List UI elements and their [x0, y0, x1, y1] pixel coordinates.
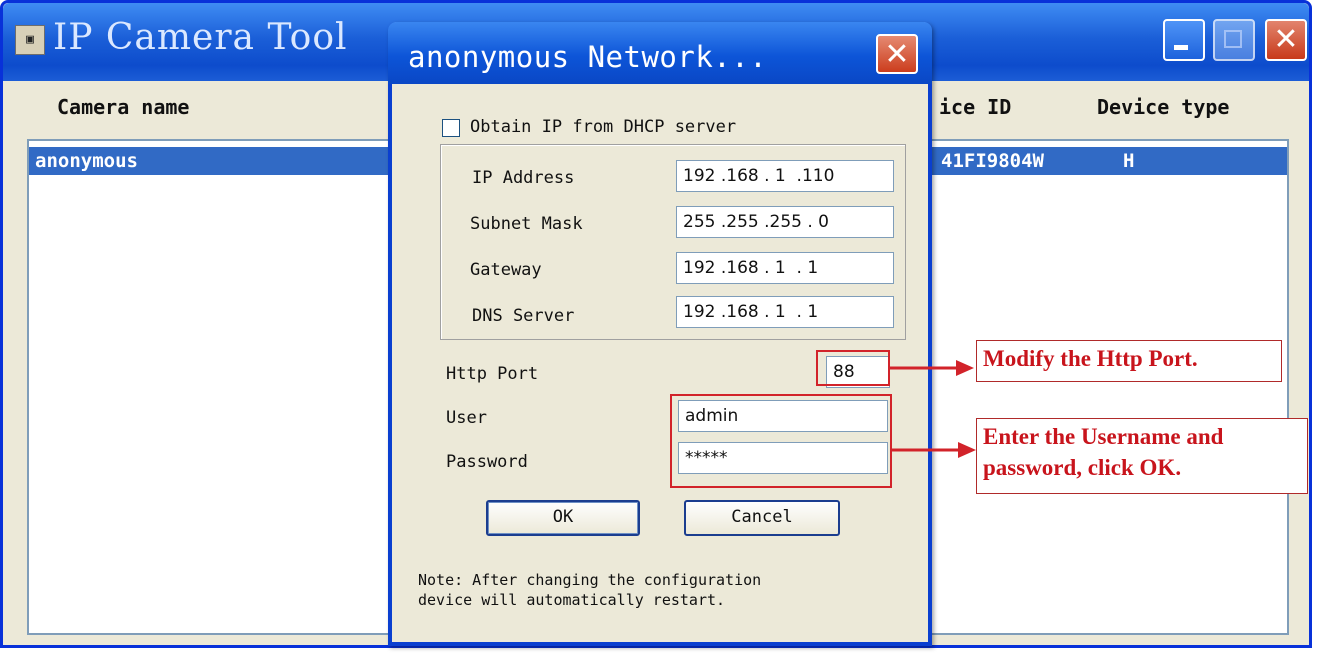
credentials-arrow-head: [958, 442, 976, 458]
port-callout: Modify the Http Port.: [976, 340, 1282, 382]
annotation-arrows: [890, 360, 976, 458]
port-arrow-head: [956, 360, 974, 376]
credentials-callout: Enter the Username and password, click O…: [976, 418, 1308, 494]
credentials-callout-line-2: password, click OK.: [983, 455, 1182, 480]
credentials-callout-line-1: Enter the Username and: [983, 424, 1224, 449]
